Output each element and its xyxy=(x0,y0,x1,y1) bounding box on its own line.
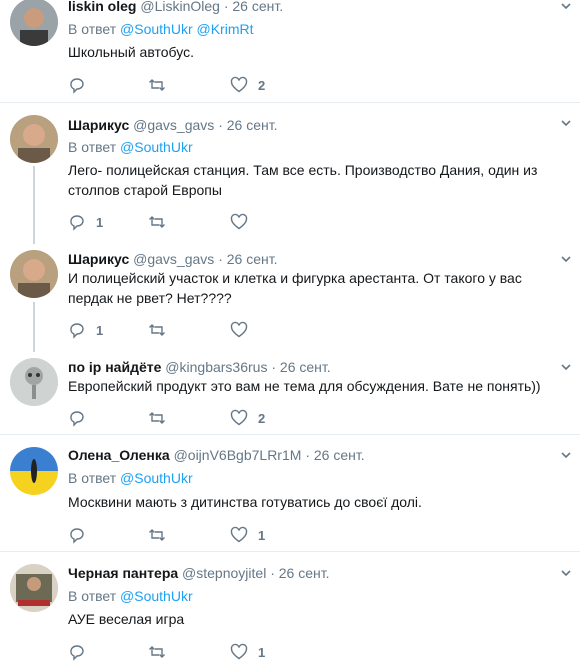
reply-prefix: В ответ xyxy=(68,139,117,155)
display-name[interactable]: по ір найдёте xyxy=(68,359,161,375)
separator-dot: · xyxy=(218,251,223,267)
reply-icon xyxy=(70,645,84,661)
tweet-date[interactable]: 26 сент. xyxy=(232,0,283,14)
retweet-icon xyxy=(149,529,165,541)
retweet-icon xyxy=(149,324,165,336)
user-handle[interactable]: @gavs_gavs xyxy=(133,117,214,133)
like-button[interactable]: 2 xyxy=(230,408,265,428)
tweet-date[interactable]: 26 сент. xyxy=(280,359,331,375)
like-button[interactable]: 1 xyxy=(230,525,265,545)
reply-prefix: В ответ xyxy=(68,21,117,37)
retweet-button[interactable] xyxy=(148,75,176,95)
user-handle[interactable]: @oijnV6Bgb7LRr1M xyxy=(174,447,302,463)
tweet-divider xyxy=(0,102,580,103)
user-handle[interactable]: @gavs_gavs xyxy=(133,251,214,267)
reply-context: В ответ @SouthUkr @KrimRt xyxy=(68,20,253,38)
reply-icon xyxy=(70,411,84,427)
avatar[interactable] xyxy=(10,250,58,298)
reply-mentions[interactable]: @SouthUkr xyxy=(120,139,193,155)
tweet-text: Европейский продукт это вам не тема для … xyxy=(68,378,541,394)
heart-icon xyxy=(230,526,248,543)
display-name[interactable]: Шарикус xyxy=(68,251,129,267)
tweet-divider xyxy=(0,551,580,552)
display-name[interactable]: Шарикус xyxy=(68,117,129,133)
avatar[interactable] xyxy=(10,564,58,612)
reply-icon xyxy=(70,323,84,339)
tweet-text: Школьный автобус. xyxy=(68,44,194,60)
retweet-button[interactable] xyxy=(148,525,176,545)
reply-count: 1 xyxy=(96,322,104,338)
tweet-divider xyxy=(0,434,580,435)
reply-prefix: В ответ xyxy=(68,588,117,604)
separator-dot: · xyxy=(270,565,275,581)
reply-button[interactable]: 1 xyxy=(68,212,103,232)
display-name[interactable]: Черная пантера xyxy=(68,565,178,581)
display-name[interactable]: Олена_Оленка xyxy=(68,447,170,463)
tweet-text: Москвини мають з дитинства готуватись до… xyxy=(68,494,422,510)
user-handle[interactable]: @kingbars36rus xyxy=(165,359,267,375)
retweet-button[interactable] xyxy=(148,408,176,428)
reply-context: В ответ @SouthUkr xyxy=(68,138,193,156)
retweet-button[interactable] xyxy=(148,212,176,232)
like-button[interactable]: 1 xyxy=(230,642,265,662)
reply-button[interactable] xyxy=(68,525,96,545)
reply-button[interactable] xyxy=(68,75,96,95)
separator-dot: · xyxy=(223,0,229,14)
reply-icon xyxy=(70,215,84,231)
avatar[interactable] xyxy=(10,0,58,46)
tweet-text: И полицейский участок и клетка и фигурка… xyxy=(68,270,522,306)
reply-prefix: В ответ xyxy=(68,470,117,486)
avatar[interactable] xyxy=(10,358,58,406)
avatar[interactable] xyxy=(10,447,58,495)
tweet-date[interactable]: 26 сент. xyxy=(227,117,278,133)
heart-icon xyxy=(230,213,248,230)
reply-context: В ответ @SouthUkr xyxy=(68,587,193,605)
tweet-date[interactable]: 26 сент. xyxy=(314,447,365,463)
reply-button[interactable] xyxy=(68,408,96,428)
reply-button[interactable] xyxy=(68,642,96,662)
retweet-button[interactable] xyxy=(148,320,176,340)
reply-mentions[interactable]: @SouthUkr @KrimRt xyxy=(120,21,253,37)
chevron-down-icon[interactable] xyxy=(560,253,572,265)
heart-icon xyxy=(230,643,248,660)
retweet-icon xyxy=(149,216,165,228)
heart-icon xyxy=(230,76,248,93)
like-count: 1 xyxy=(258,644,266,660)
reply-icon xyxy=(70,78,84,94)
avatar[interactable] xyxy=(10,115,58,163)
reply-mentions[interactable]: @SouthUkr xyxy=(120,588,193,604)
reply-button[interactable]: 1 xyxy=(68,320,103,340)
reply-context: В ответ @SouthUkr xyxy=(68,469,193,487)
retweet-icon xyxy=(149,79,165,91)
chevron-down-icon[interactable] xyxy=(560,117,572,129)
like-button[interactable] xyxy=(230,212,258,232)
like-count: 2 xyxy=(258,410,266,426)
user-handle[interactable]: @LiskinOleg xyxy=(140,0,220,14)
display-name[interactable]: liskin oleg xyxy=(68,0,136,14)
user-handle[interactable]: @stepnoyjitel xyxy=(182,565,266,581)
tweet-date[interactable]: 26 сент. xyxy=(227,251,278,267)
chevron-down-icon[interactable] xyxy=(560,567,572,579)
like-count: 1 xyxy=(258,527,266,543)
chevron-down-icon[interactable] xyxy=(560,449,572,461)
separator-dot: · xyxy=(271,359,277,375)
reply-mentions[interactable]: @SouthUkr xyxy=(120,470,193,486)
retweet-button[interactable] xyxy=(148,642,176,662)
chevron-down-icon[interactable] xyxy=(560,0,572,12)
heart-icon xyxy=(230,409,248,426)
like-count: 2 xyxy=(258,77,266,93)
separator-dot: · xyxy=(305,447,310,463)
chevron-down-icon[interactable] xyxy=(560,361,572,373)
heart-icon xyxy=(230,321,248,338)
reply-count: 1 xyxy=(96,214,104,230)
like-button[interactable]: 2 xyxy=(230,75,265,95)
tweet-text: Лего- полицейская станция. Там все есть.… xyxy=(68,162,538,198)
tweet-text: АУЕ веселая игра xyxy=(68,611,185,627)
retweet-icon xyxy=(149,412,165,424)
retweet-icon xyxy=(149,646,165,658)
separator-dot: · xyxy=(218,117,223,133)
like-button[interactable] xyxy=(230,320,258,340)
reply-icon xyxy=(70,528,84,544)
tweet-date[interactable]: 26 сент. xyxy=(279,565,330,581)
